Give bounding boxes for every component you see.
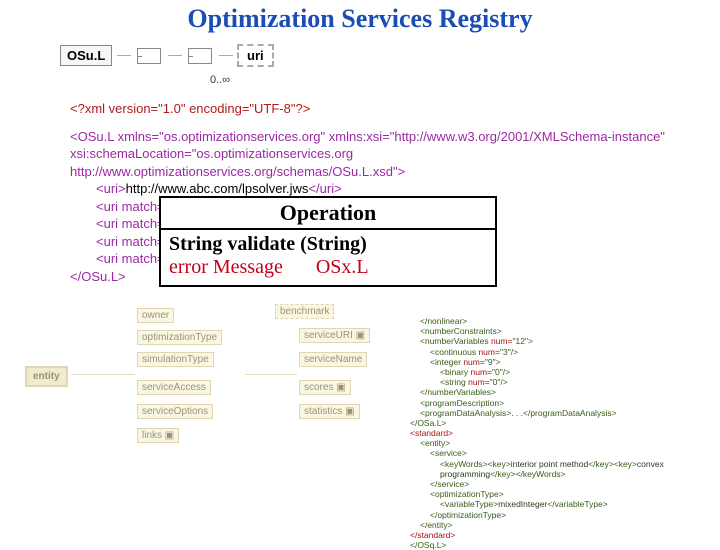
choice-icon [188, 48, 212, 64]
operation-heading: Operation [161, 198, 495, 230]
faint-node: serviceAccess [137, 380, 211, 395]
faint-node: serviceName [299, 352, 367, 367]
page-title: Optimization Services Registry [0, 0, 720, 34]
faint-node: scores ▣ [299, 380, 351, 395]
sequence-icon [137, 48, 161, 64]
faint-node: links ▣ [137, 428, 179, 443]
schema-leaf-node: uri [237, 44, 274, 67]
faint-schema-diagram: entity owner optimizationType simulation… [25, 308, 395, 478]
operation-signature: String validate (String) [169, 233, 487, 256]
faint-group-header: benchmark [275, 304, 334, 319]
operation-box: Operation String validate (String) error… [159, 196, 497, 287]
faint-node: optimizationType [137, 330, 222, 345]
faint-node: serviceOptions [137, 404, 213, 419]
operation-error-label: error Message [169, 256, 283, 278]
xml-declaration: <?xml version="1.0" encoding="UTF-8"?> [70, 100, 690, 118]
faint-node: serviceURI ▣ [299, 328, 370, 343]
faint-node: simulationType [137, 352, 214, 367]
schema-tree: OSu.L uri [60, 44, 274, 67]
schema-root-node: OSu.L [60, 45, 112, 66]
operation-param-label: OSx.L [316, 256, 369, 279]
faint-root: entity [25, 366, 68, 387]
faint-node: statistics ▣ [299, 404, 360, 419]
tiny-xml-snippet: </nonlinear> <numberConstraints> <number… [402, 316, 702, 550]
faint-node: owner [137, 308, 174, 323]
cardinality-label: 0..∞ [210, 74, 230, 86]
